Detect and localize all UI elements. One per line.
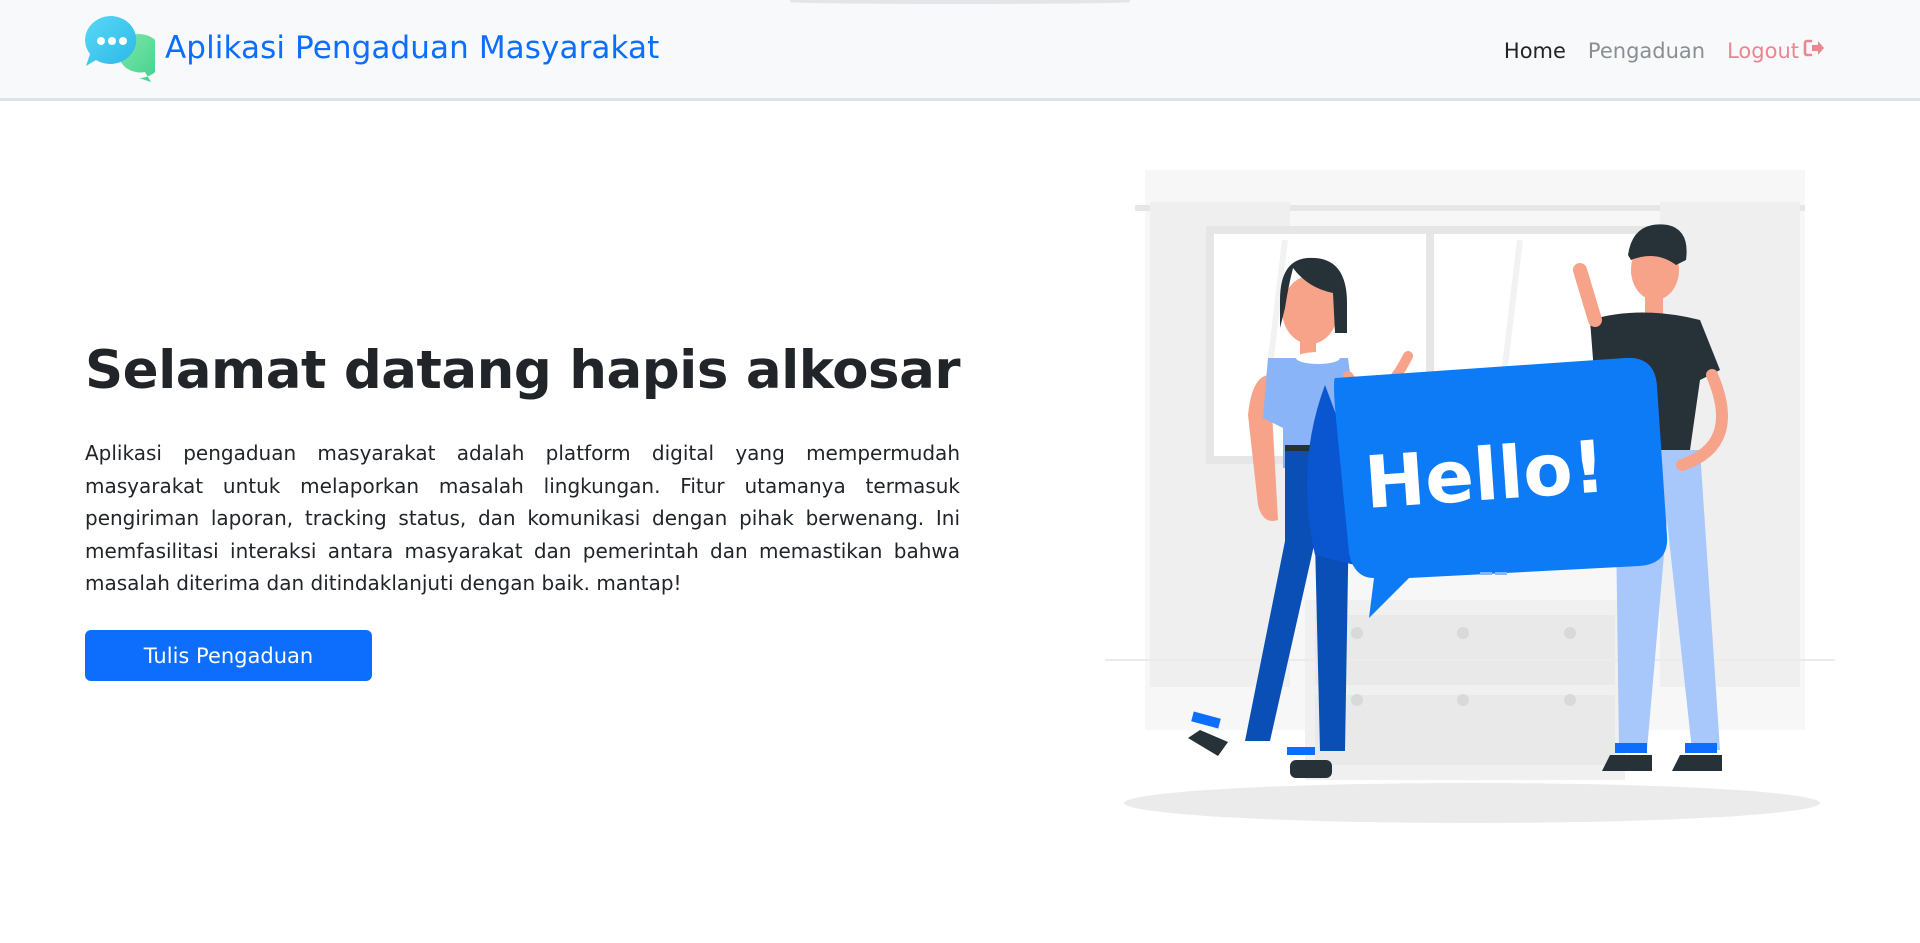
brand-title: Aplikasi Pengaduan Masyarakat [165,30,660,66]
brand-link[interactable]: Aplikasi Pengaduan Masyarakat [85,14,659,82]
navbar-top-shadow [790,0,1130,4]
nav-home-link[interactable]: Home [1504,39,1566,63]
hello-illustration: Hello! [1100,160,1840,840]
chat-bubbles-icon [85,14,163,82]
nav-logout-link[interactable]: Logout [1727,38,1825,63]
sign-out-icon [1803,38,1825,63]
main-nav: Home Pengaduan Logout [1504,38,1825,63]
nav-logout-label: Logout [1727,38,1799,63]
hero-description: Aplikasi pengaduan masyarakat adalah pla… [85,441,960,595]
navbar: Aplikasi Pengaduan Masyarakat Home Penga… [0,0,1920,101]
tulis-pengaduan-button[interactable]: Tulis Pengaduan [85,630,372,681]
bubble-text: Hello! [1362,424,1608,525]
page-title: Selamat datang hapis alkosar [85,340,960,401]
nav-pengaduan-link[interactable]: Pengaduan [1588,39,1705,63]
